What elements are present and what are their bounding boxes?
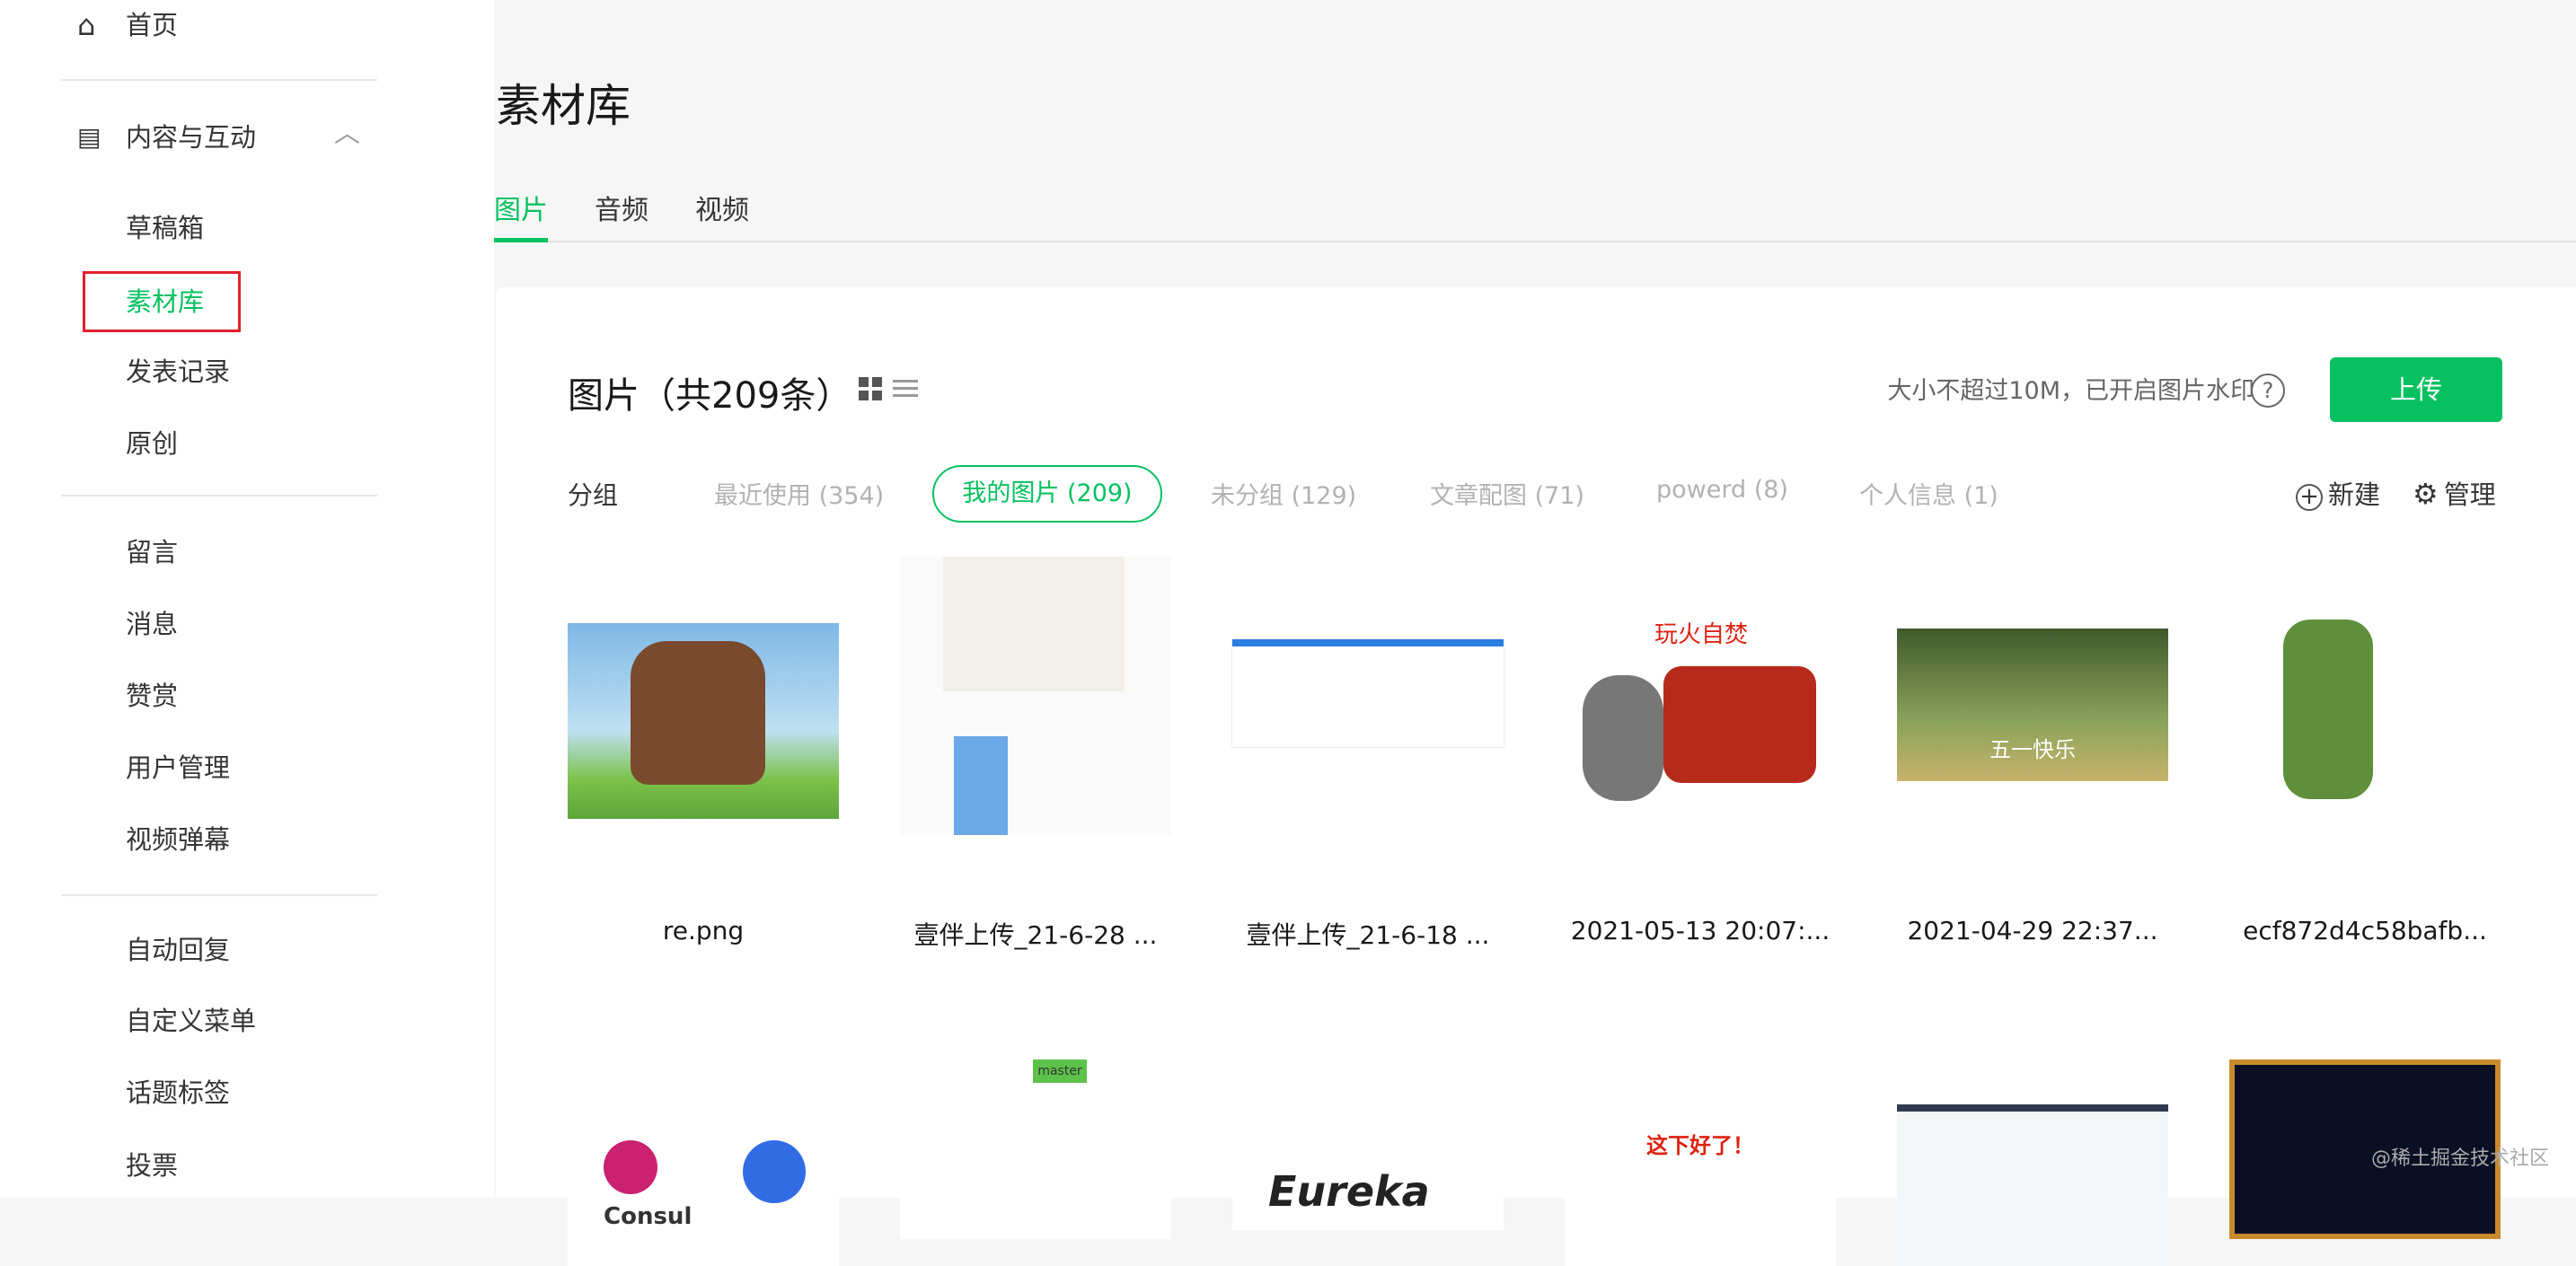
image-thumbnail (2229, 602, 2501, 835)
main: 素材库 图片 音频 视频 图片（共209条） 大小不超过10M，已开启图片水印 … (494, 0, 2576, 1198)
sidebar-item-rewards[interactable]: 赞赏 (126, 678, 178, 714)
card-title: 图片（共209条） (568, 366, 851, 418)
home-icon: ⌂ (77, 7, 95, 43)
manage-button[interactable]: ⚙管理 (2413, 474, 2496, 512)
chevron-up-icon[interactable]: ︿ (334, 115, 360, 151)
upload-button[interactable]: 上传 (2330, 357, 2502, 422)
sidebar: ⌂ 首页 ▤ 内容与互动 ︿ 草稿箱 素材库 发表记录 原创 留言 消息 赞赏 … (0, 0, 494, 1198)
image-name: re.png (550, 916, 857, 945)
divider (61, 495, 377, 497)
group-my-images[interactable]: 我的图片 (209) (932, 465, 1162, 523)
sidebar-section-content[interactable]: 内容与互动 (126, 119, 256, 155)
image-text: 五一快乐 (1897, 732, 2168, 763)
grid-view-icon[interactable] (859, 377, 882, 400)
image-name: 壹伴上传_21-6-18 ... (1214, 916, 1522, 952)
list-view-icon[interactable] (893, 377, 918, 400)
image-thumbnail (1232, 639, 1504, 747)
sidebar-item-home[interactable]: 首页 (126, 7, 178, 43)
group-recent[interactable]: 最近使用 (354) (714, 476, 884, 511)
image-thumbnail: 五一快乐 (1897, 629, 2168, 781)
sidebar-item-history[interactable]: 发表记录 (126, 354, 230, 390)
divider (61, 79, 377, 81)
tab-audio[interactable]: 音频 (595, 190, 648, 232)
image-thumbnail (1897, 1104, 2168, 1266)
image-thumbnail: Consul (568, 1122, 839, 1266)
image-thumbnail (568, 623, 839, 819)
watermark: @稀土掘金技术社区 (2371, 1142, 2549, 1171)
group-personal[interactable]: 个人信息 (1) (1859, 476, 1998, 511)
highlight-box (83, 271, 241, 332)
sidebar-item-drafts[interactable]: 草稿箱 (126, 210, 204, 246)
image-name: 2021-04-29 22:37... (1879, 916, 2186, 945)
sidebar-item-comments[interactable]: 留言 (126, 534, 178, 570)
group-powerd[interactable]: powerd (8) (1656, 476, 1788, 504)
divider (61, 894, 377, 896)
image-thumbnail: Eureka (1232, 1158, 1504, 1230)
image-name: 壹伴上传_21-6-28 ... (882, 916, 1189, 952)
gear-icon: ⚙ (2413, 477, 2439, 511)
group-filter: 分组 最近使用 (354) 我的图片 (209) 未分组 (129) 文章配图 … (568, 465, 2576, 523)
new-group-button[interactable]: +新建 (2296, 474, 2380, 512)
image-text: Eureka (1268, 1167, 1430, 1216)
image-thumbnail: 玩火自焚 (1565, 603, 1836, 828)
sidebar-item-autoreply[interactable]: 自动回复 (126, 932, 230, 968)
tab-images[interactable]: 图片 (494, 190, 548, 242)
group-article[interactable]: 文章配图 (71) (1430, 476, 1584, 511)
group-label: 分组 (568, 476, 618, 512)
image-text: 玩火自焚 (1654, 616, 1748, 649)
image-name: 2021-05-13 20:07:... (1547, 916, 1854, 945)
image-thumbnail (900, 557, 1171, 835)
image-text: Consul (604, 1203, 692, 1230)
upload-note: 大小不超过10M，已开启图片水印 (1887, 374, 2254, 409)
sidebar-item-danmaku[interactable]: 视频弹幕 (126, 822, 230, 857)
image-text: 这下好了！ (1565, 1128, 1836, 1159)
image-thumbnail: master (900, 1059, 1171, 1239)
image-name: ecf872d4c58bafb... (2211, 916, 2519, 945)
sidebar-item-users[interactable]: 用户管理 (126, 750, 230, 786)
help-icon[interactable]: ? (2251, 374, 2285, 408)
image-thumbnail: 这下好了！ (1565, 1122, 1836, 1266)
sidebar-item-menu[interactable]: 自定义菜单 (126, 1003, 256, 1039)
sidebar-item-votes[interactable]: 投票 (126, 1147, 178, 1183)
image-text: master (1033, 1059, 1087, 1083)
document-icon: ▤ (77, 119, 101, 155)
tabs: 图片 音频 视频 (494, 190, 2576, 242)
sidebar-item-messages[interactable]: 消息 (126, 606, 178, 642)
manage-label: 管理 (2444, 479, 2496, 510)
sidebar-item-original[interactable]: 原创 (126, 426, 178, 462)
sidebar-item-topics[interactable]: 话题标签 (126, 1075, 230, 1111)
plus-circle-icon: + (2296, 484, 2323, 511)
new-label: 新建 (2328, 479, 2380, 510)
image-library-card: 图片（共209条） 大小不超过10M，已开启图片水印 ? 上传 分组 最近使用 … (496, 287, 2576, 1198)
group-ungrouped[interactable]: 未分组 (129) (1211, 476, 1356, 511)
tab-video[interactable]: 视频 (695, 190, 749, 232)
page-title: 素材库 (496, 70, 631, 135)
